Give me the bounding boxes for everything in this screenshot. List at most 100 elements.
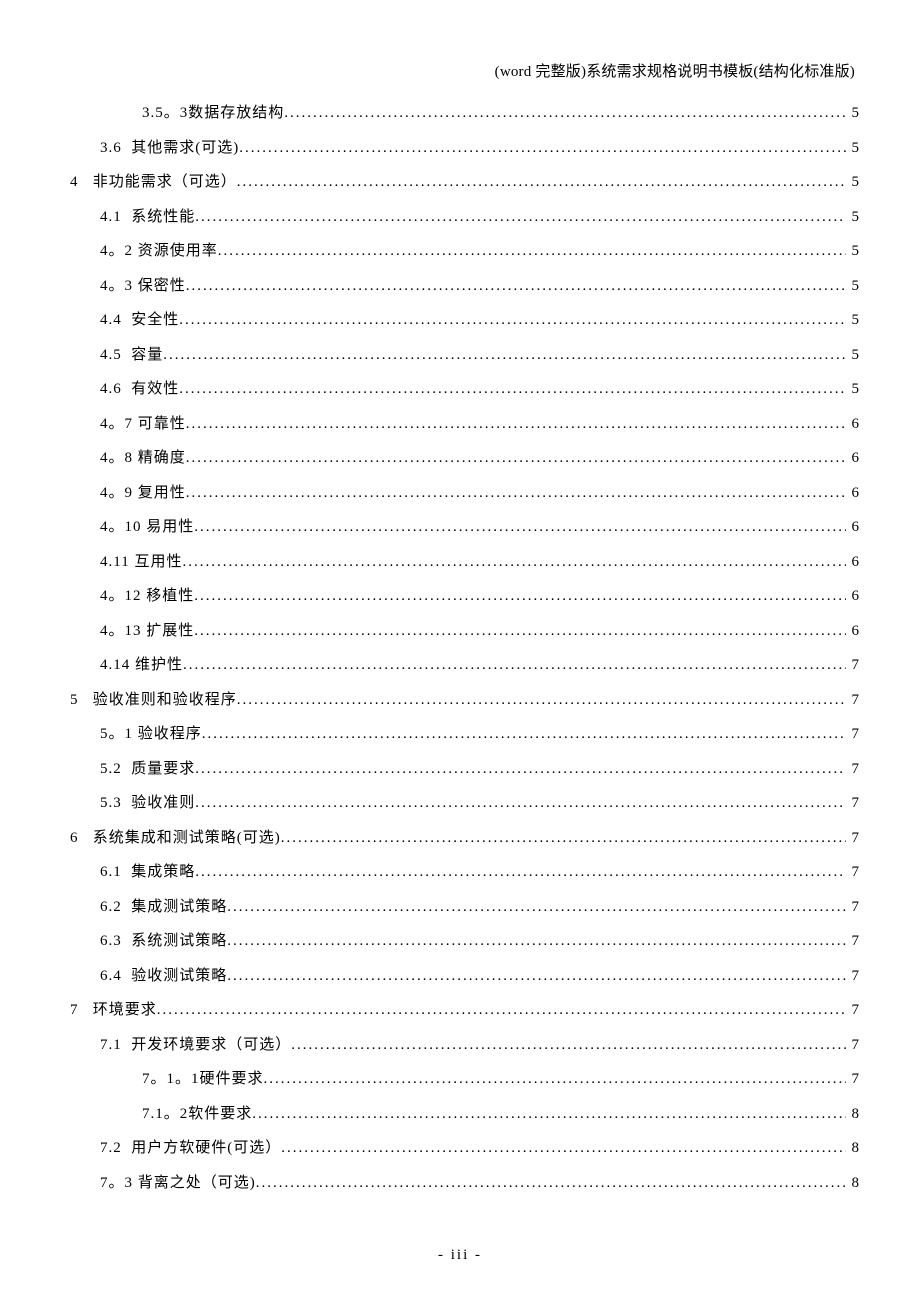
toc-entry-page: 7 [846, 855, 860, 890]
toc-entry-label: 4。7 可靠性 [100, 407, 186, 442]
toc-row: 4。13 扩展性................................… [70, 614, 860, 649]
toc-row: 6 系统集成和测试策略(可选).........................… [70, 821, 860, 856]
toc-leader-dots: ........................................… [252, 1097, 846, 1132]
toc-entry-label: 5 验收准则和验收程序 [70, 683, 237, 718]
toc-entry-page: 6 [846, 510, 860, 545]
toc-leader-dots: ........................................… [163, 338, 846, 373]
toc-row: 4.1 系统性能................................… [70, 200, 860, 235]
toc-leader-dots: ........................................… [182, 545, 846, 580]
toc-entry-page: 7 [846, 717, 860, 752]
toc-entry-page: 7 [846, 683, 860, 718]
toc-entry-page: 6 [846, 614, 860, 649]
toc-row: 4.14 维护性................................… [70, 648, 860, 683]
toc-entry-label: 5.2 质量要求 [100, 752, 195, 787]
toc-entry-label: 4。9 复用性 [100, 476, 186, 511]
toc-row: 4 非功能需求（可选）.............................… [70, 165, 860, 200]
toc-entry-page: 7 [846, 786, 860, 821]
toc-entry-label: 4。10 易用性 [100, 510, 194, 545]
toc-entry-label: 4。13 扩展性 [100, 614, 194, 649]
toc-row: 6.2 集成测试策略..............................… [70, 890, 860, 925]
toc-row: 4。12 移植性................................… [70, 579, 860, 614]
toc-leader-dots: ........................................… [281, 1131, 846, 1166]
toc-row: 7.1。2软件要求...............................… [70, 1097, 860, 1132]
toc-leader-dots: ........................................… [186, 407, 846, 442]
toc-entry-page: 5 [846, 338, 860, 373]
toc-entry-page: 6 [846, 407, 860, 442]
toc-list: 3.5。3数据存放结构.............................… [70, 96, 860, 1200]
toc-entry-label: 4.5 容量 [100, 338, 163, 373]
toc-entry-label: 7.1。2软件要求 [142, 1097, 252, 1132]
toc-row: 3.6 其他需求(可选)............................… [70, 131, 860, 166]
toc-leader-dots: ........................................… [186, 476, 846, 511]
toc-row: 4。3 保密性.................................… [70, 269, 860, 304]
toc-entry-page: 7 [846, 1062, 860, 1097]
toc-leader-dots: ........................................… [237, 165, 846, 200]
toc-entry-page: 7 [846, 752, 860, 787]
toc-row: 4。7 可靠性.................................… [70, 407, 860, 442]
toc-leader-dots: ........................................… [202, 717, 846, 752]
toc-row: 4.11 互用性................................… [70, 545, 860, 580]
toc-entry-label: 4。12 移植性 [100, 579, 194, 614]
toc-row: 4。10 易用性................................… [70, 510, 860, 545]
toc-leader-dots: ........................................… [239, 131, 846, 166]
header-right-text: (word 完整版)系统需求规格说明书模板(结构化标准版) [70, 60, 860, 81]
toc-leader-dots: ........................................… [227, 959, 846, 994]
toc-row: 7。1。1硬件要求...............................… [70, 1062, 860, 1097]
toc-leader-dots: ........................................… [195, 752, 846, 787]
toc-row: 4。2 资源使用率...............................… [70, 234, 860, 269]
toc-entry-label: 6 系统集成和测试策略(可选) [70, 821, 281, 856]
toc-row: 4.4 安全性.................................… [70, 303, 860, 338]
toc-leader-dots: ........................................… [194, 510, 846, 545]
toc-entry-page: 5 [846, 165, 860, 200]
toc-leader-dots: ........................................… [195, 855, 846, 890]
toc-row: 4。9 复用性.................................… [70, 476, 860, 511]
toc-row: 7 环境要求..................................… [70, 993, 860, 1028]
toc-entry-label: 5.3 验收准则 [100, 786, 195, 821]
toc-row: 6.4 验收测试策略..............................… [70, 959, 860, 994]
toc-entry-page: 7 [846, 821, 860, 856]
toc-leader-dots: ........................................… [186, 269, 846, 304]
toc-entry-label: 7.2 用户方软硬件(可选） [100, 1131, 281, 1166]
toc-entry-label: 4.6 有效性 [100, 372, 179, 407]
toc-row: 4.5 容量..................................… [70, 338, 860, 373]
toc-entry-label: 6.2 集成测试策略 [100, 890, 227, 925]
toc-entry-label: 4 非功能需求（可选） [70, 165, 237, 200]
toc-entry-label: 3.5。3数据存放结构 [142, 96, 284, 131]
toc-leader-dots: ........................................… [179, 372, 846, 407]
toc-leader-dots: ........................................… [284, 96, 846, 131]
toc-entry-label: 4.1 系统性能 [100, 200, 195, 235]
toc-entry-label: 4。3 保密性 [100, 269, 186, 304]
toc-entry-page: 7 [846, 1028, 860, 1063]
toc-entry-label: 6.4 验收测试策略 [100, 959, 227, 994]
toc-entry-page: 7 [846, 924, 860, 959]
toc-leader-dots: ........................................… [157, 993, 846, 1028]
toc-leader-dots: ........................................… [291, 1028, 846, 1063]
toc-leader-dots: ........................................… [179, 303, 846, 338]
toc-entry-page: 6 [846, 579, 860, 614]
toc-entry-page: 5 [846, 269, 860, 304]
toc-entry-label: 7 环境要求 [70, 993, 157, 1028]
toc-row: 5 验收准则和验收程序.............................… [70, 683, 860, 718]
toc-entry-page: 5 [846, 303, 860, 338]
toc-leader-dots: ........................................… [194, 614, 846, 649]
toc-row: 6.3 系统测试策略..............................… [70, 924, 860, 959]
toc-entry-page: 6 [846, 476, 860, 511]
toc-row: 7.2 用户方软硬件(可选）..........................… [70, 1131, 860, 1166]
page-container: (word 完整版)系统需求规格说明书模板(结构化标准版) 3.5。3数据存放结… [0, 0, 920, 1302]
toc-entry-page: 8 [846, 1097, 860, 1132]
toc-row: 4。8 精确度.................................… [70, 441, 860, 476]
toc-leader-dots: ........................................… [227, 924, 846, 959]
toc-entry-page: 6 [846, 441, 860, 476]
toc-entry-label: 4。8 精确度 [100, 441, 186, 476]
toc-row: 3.5。3数据存放结构.............................… [70, 96, 860, 131]
toc-leader-dots: ........................................… [281, 821, 846, 856]
toc-leader-dots: ........................................… [186, 441, 846, 476]
toc-leader-dots: ........................................… [237, 683, 846, 718]
toc-leader-dots: ........................................… [183, 648, 846, 683]
toc-leader-dots: ........................................… [256, 1166, 846, 1201]
toc-entry-page: 7 [846, 890, 860, 925]
toc-entry-label: 4.4 安全性 [100, 303, 179, 338]
toc-row: 5.3 验收准则................................… [70, 786, 860, 821]
toc-entry-page: 5 [846, 200, 860, 235]
toc-entry-page: 5 [846, 234, 860, 269]
